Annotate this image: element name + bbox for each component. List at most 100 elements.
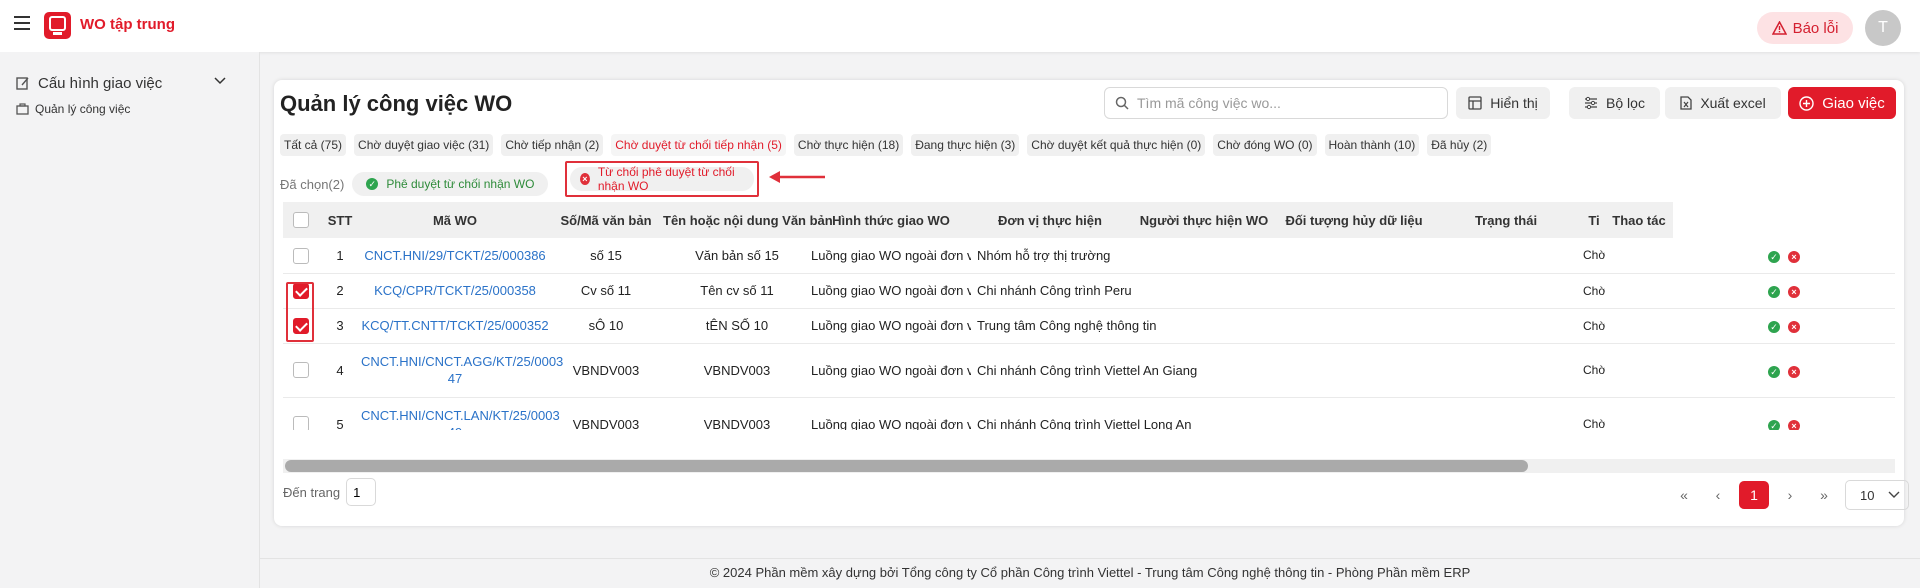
sliders-icon (1585, 96, 1598, 110)
display-button-label: Hiển thị (1490, 95, 1538, 111)
pagination: « ‹ 1 › » 10 (1671, 480, 1909, 510)
approve-reject-button[interactable]: ✓ Phê duyệt từ chối nhận WO (352, 172, 549, 196)
status-tabs: Tất cả (75) Chờ duyệt giao việc (31) Chờ… (280, 134, 1492, 156)
approve-icon[interactable]: ✓ (1768, 321, 1780, 333)
approve-icon[interactable]: ✓ (1768, 365, 1780, 378)
file-excel-icon (1680, 96, 1692, 110)
reject-icon[interactable]: × (1788, 250, 1800, 263)
row-checkbox[interactable] (293, 247, 309, 264)
export-excel-button[interactable]: Xuất excel (1665, 87, 1781, 119)
page-size-value: 10 (1860, 487, 1875, 503)
row-checkbox[interactable] (293, 362, 309, 379)
table-row[interactable]: 5 CNCT.HNI/CNCT.LAN/KT/25/0003 49 VBNDV0… (283, 397, 1895, 430)
approve-icon[interactable]: ✓ (1768, 286, 1780, 298)
wo-code-link[interactable]: KCQ/CPR/TCKT/25/000358 (361, 273, 549, 309)
row-status: Chờ duyệt từ chối tiếp nhận (1583, 417, 1605, 430)
column-header: Đơn vị thực hiện (971, 202, 1129, 238)
close-circle-icon: × (580, 173, 590, 185)
tab-all[interactable]: Tất cả (75) (280, 134, 347, 156)
wo-code-link[interactable]: CNCT.HNI/CNCT.LAN/KT/25/0003 49 (361, 397, 560, 430)
main-card: Quản lý công việc WO Hiển thị Bộ lọc Xuấ… (274, 80, 1909, 526)
current-page[interactable]: 1 (1739, 481, 1769, 509)
tab-in-progress[interactable]: Đang thực hiện (3) (911, 134, 1020, 156)
table-row[interactable]: 4 CNCT.HNI/CNCT.AGG/KT/25/0003 47 VBNDV0… (283, 343, 1895, 398)
wo-code-link[interactable]: KCQ/TT.CNTT/TCKT/25/000352 (361, 308, 549, 344)
column-header: Thao tác (1605, 202, 1673, 238)
row-status: Chờ duyệt từ chối tiếp nhận (1583, 283, 1605, 298)
prev-page-icon[interactable]: ‹ (1705, 481, 1731, 509)
column-header: Trạng thái (1429, 202, 1583, 238)
row-stt: 4 (319, 343, 361, 398)
row-stt: 1 (319, 238, 361, 274)
goto-page: Đến trang (283, 478, 377, 506)
briefcase-icon (16, 103, 29, 115)
column-header: Đối tượng hủy dữ liệu (1279, 202, 1429, 238)
wo-code-link[interactable]: CNCT.HNI/29/TCKT/25/000386 (361, 238, 549, 274)
row-method: Luồng giao WO ngoài đơn vị (811, 362, 971, 378)
reject-icon[interactable]: × (1788, 419, 1800, 430)
tab-pending-close[interactable]: Chờ đóng WO (0) (1213, 134, 1317, 156)
wo-table: STT Mã WO Số/Mã văn bản Tên hoặc nội dun… (283, 202, 1895, 430)
tab-pending-result-approval[interactable]: Chờ duyệt kết quả thực hiện (0) (1027, 134, 1206, 156)
last-page-icon[interactable]: » (1811, 481, 1837, 509)
sidebar-group-task-config[interactable]: Cấu hình giao việc (16, 72, 226, 94)
footer: © 2024 Phần mềm xây dựng bởi Tổng công t… (260, 558, 1920, 588)
row-doc-no: Cv số 11 (549, 273, 663, 309)
menu-icon[interactable] (14, 16, 30, 30)
row-checkbox[interactable] (293, 416, 309, 430)
row-method: Luồng giao WO ngoài đơn vị (811, 283, 971, 298)
highlight-box (286, 282, 314, 342)
wo-code-link[interactable]: CNCT.HNI/CNCT.AGG/KT/25/0003 47 (361, 343, 563, 398)
goto-label: Đến trang (283, 484, 341, 500)
tab-pending-assign[interactable]: Chờ duyệt giao việc (31) (354, 134, 494, 156)
row-unit: Trung tâm Công nghệ thông tin (977, 318, 1157, 333)
filter-button[interactable]: Bộ lọc (1569, 87, 1660, 119)
export-excel-label: Xuất excel (1700, 95, 1766, 111)
next-page-icon[interactable]: › (1777, 481, 1803, 509)
reject-icon[interactable]: × (1788, 365, 1800, 378)
row-doc-name: VBNDV003 (663, 343, 811, 398)
grid-icon (1468, 96, 1482, 110)
first-page-icon[interactable]: « (1671, 481, 1697, 509)
row-method: Luồng giao WO ngoài đơn vị (811, 247, 971, 263)
report-error-label: Báo lỗi (1792, 19, 1839, 37)
sidebar: Cấu hình giao việc Quản lý công việc (0, 52, 260, 588)
selection-bar: Đã chọn(2) ✓ Phê duyệt từ chối nhận WO (280, 172, 549, 196)
column-header: Số/Mã văn bản (549, 202, 663, 238)
table-row[interactable]: 1 CNCT.HNI/29/TCKT/25/000386 số 15 Văn b… (283, 238, 1895, 274)
select-all-cell[interactable] (283, 202, 319, 238)
goto-page-input[interactable] (346, 478, 377, 506)
row-doc-no: sÔ 10 (549, 308, 663, 344)
approve-icon[interactable]: ✓ (1768, 419, 1780, 430)
sidebar-group-label: Cấu hình giao việc (38, 74, 163, 92)
table-row[interactable]: 3 KCQ/TT.CNTT/TCKT/25/000352 sÔ 10 tÊN S… (283, 308, 1895, 344)
horizontal-scrollbar[interactable] (283, 459, 1895, 473)
scrollbar-thumb[interactable] (285, 460, 1528, 472)
tab-completed[interactable]: Hoàn thành (10) (1324, 134, 1420, 156)
assign-task-button[interactable]: Giao việc (1788, 87, 1896, 119)
approve-icon[interactable]: ✓ (1768, 250, 1780, 263)
row-unit: Nhóm hỗ trợ thị trường (977, 247, 1111, 263)
search-input[interactable] (1137, 95, 1427, 111)
tab-pending-receive[interactable]: Chờ tiếp nhận (2) (501, 134, 604, 156)
sidebar-item-task-management[interactable]: Quản lý công việc (16, 102, 130, 116)
report-error-button[interactable]: Báo lỗi (1757, 12, 1853, 44)
tab-cancelled[interactable]: Đã hủy (2) (1427, 134, 1492, 156)
page-size-select[interactable]: 10 (1845, 480, 1909, 510)
tab-pending-reject-approval[interactable]: Chờ duyệt từ chối tiếp nhận (5) (611, 134, 786, 156)
deny-reject-button[interactable]: × Từ chối phê duyệt từ chối nhận WO (570, 165, 754, 193)
table-row[interactable]: 2 KCQ/CPR/TCKT/25/000358 Cv số 11 Tên cv… (283, 273, 1895, 309)
tab-pending-execution[interactable]: Chờ thực hiện (18) (793, 134, 904, 156)
search-box[interactable] (1104, 87, 1448, 119)
reject-icon[interactable]: × (1788, 321, 1800, 333)
select-all-checkbox[interactable] (293, 212, 309, 229)
row-doc-name: Tên cv số 11 (663, 273, 811, 309)
selected-count: Đã chọn(2) (280, 176, 345, 192)
row-doc-name: tÊN SỐ 10 (663, 308, 811, 344)
avatar[interactable]: T (1865, 10, 1901, 46)
display-button[interactable]: Hiển thị (1456, 87, 1550, 119)
reject-icon[interactable]: × (1788, 286, 1800, 298)
chevron-down-icon (1888, 491, 1900, 498)
chevron-down-icon[interactable] (214, 74, 226, 88)
row-status: Chờ duyệt từ chối tiếp nhận (1583, 248, 1605, 263)
